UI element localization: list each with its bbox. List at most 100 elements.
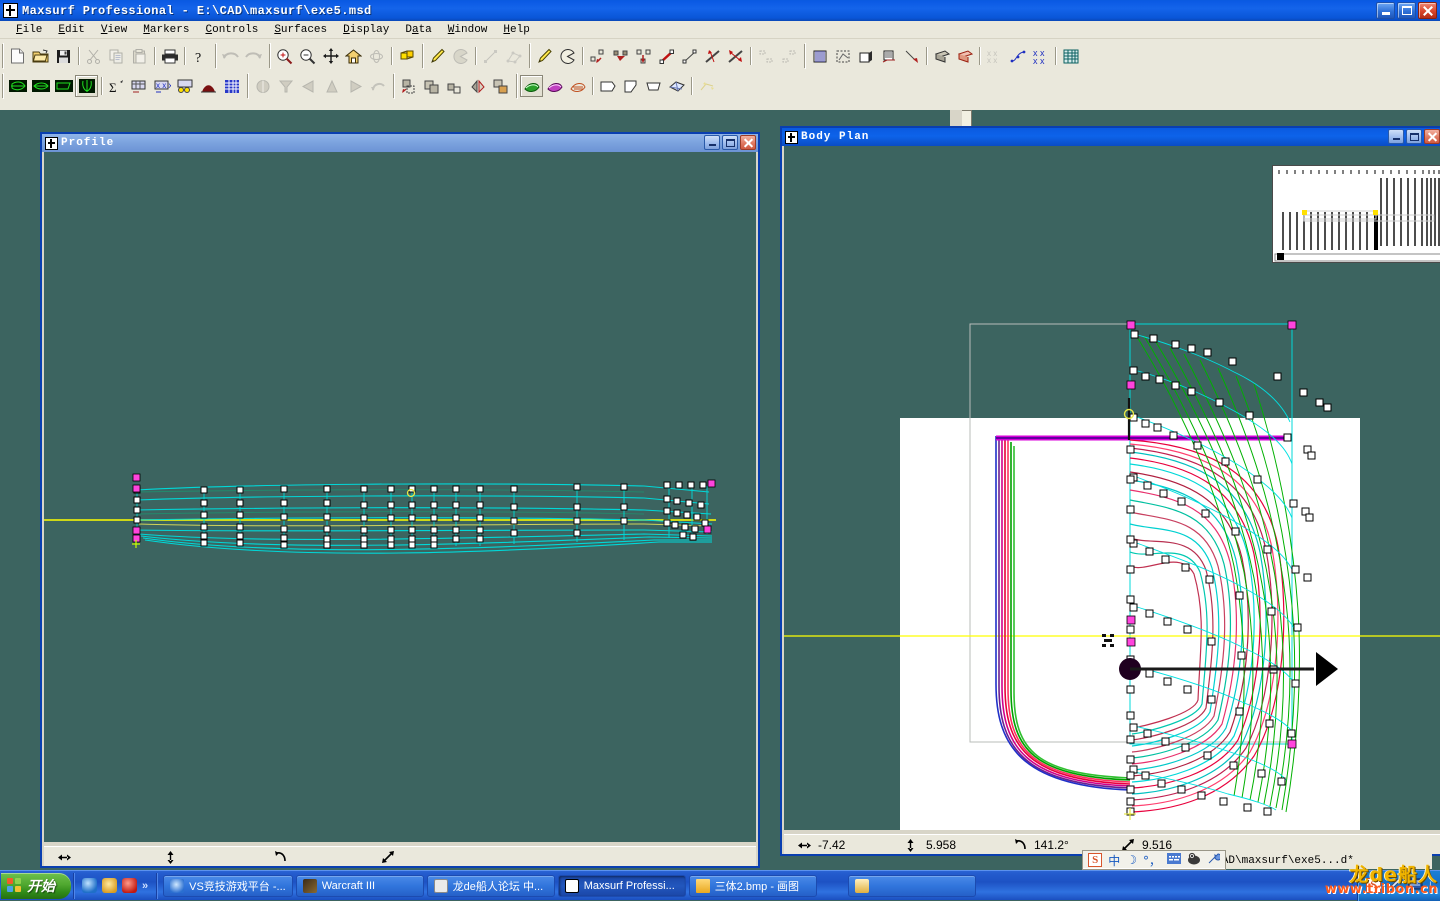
edit-pencil-icon[interactable]	[533, 45, 556, 67]
inset-background-window[interactable]	[1272, 165, 1440, 263]
add-control-row-icon[interactable]	[609, 45, 632, 67]
new-file-icon[interactable]	[6, 45, 29, 67]
surface-shade-icon[interactable]	[808, 45, 831, 67]
profile-close-button[interactable]	[740, 135, 756, 150]
surface-arrow-icon[interactable]	[900, 45, 923, 67]
restore-button[interactable]	[1397, 2, 1416, 19]
flag-panel-icon[interactable]	[619, 75, 642, 97]
zoom-in-icon[interactable]	[273, 45, 296, 67]
taskbar-item-my-documents[interactable]: 三体2.bmp - 画图	[688, 874, 817, 897]
render-perspective-icon[interactable]	[395, 45, 418, 67]
rotate-3d-icon[interactable]	[365, 45, 388, 67]
profile-minimize-button[interactable]	[704, 135, 720, 150]
menu-view[interactable]: View	[93, 23, 135, 36]
split-edge-icon[interactable]	[701, 45, 724, 67]
curve-fit-icon[interactable]	[1006, 45, 1029, 67]
cone-icon[interactable]	[320, 75, 343, 97]
taskbar-item-vs-platform[interactable]: VS竞技游戏平台 -...	[163, 874, 293, 897]
duplicate-icon[interactable]	[420, 75, 443, 97]
pen-icon[interactable]	[1387, 878, 1402, 893]
surface-solid-icon[interactable]	[854, 45, 877, 67]
menu-markers[interactable]: Markers	[135, 23, 197, 36]
grid-table-icon[interactable]	[1059, 45, 1082, 67]
recalc-icon[interactable]	[366, 75, 389, 97]
developed-panel-icon[interactable]	[665, 75, 688, 97]
spreadsheet-icon[interactable]	[220, 75, 243, 97]
menu-edit[interactable]: Edit	[50, 23, 92, 36]
grid-colors-icon[interactable]	[174, 75, 197, 97]
plan-view-icon[interactable]	[29, 75, 52, 97]
sogou-s-icon[interactable]: S	[1088, 853, 1103, 867]
points-cross-icon[interactable]: x xx x	[1029, 45, 1052, 67]
menu-window[interactable]: Window	[440, 23, 496, 36]
surface-stack-icon[interactable]	[877, 45, 900, 67]
sogou-logo-icon[interactable]	[1187, 852, 1201, 868]
group-shapes-icon[interactable]	[443, 75, 466, 97]
main-title-bar[interactable]: Maxsurf Professional - E:\CAD\maxsurf\ex…	[0, 0, 1440, 21]
close-button[interactable]	[1418, 2, 1437, 19]
trim-pac-icon[interactable]	[556, 45, 579, 67]
body-plan-title-bar[interactable]: Body Plan	[782, 128, 1440, 146]
minimize-button[interactable]	[1376, 2, 1395, 19]
undo-arrow-icon[interactable]	[219, 45, 242, 67]
quad-panel-icon[interactable]	[642, 75, 665, 97]
shade-purple-icon[interactable]	[543, 75, 566, 97]
point-net-icon[interactable]	[502, 45, 525, 67]
menu-file[interactable]: FFileile	[8, 23, 50, 36]
bind-edges-icon[interactable]	[754, 45, 777, 67]
align-corner-icon[interactable]	[397, 75, 420, 97]
profile-canvas[interactable]	[44, 152, 756, 842]
start-button[interactable]: 开始	[1, 872, 71, 899]
delete-control-point-icon[interactable]	[655, 45, 678, 67]
body-plan-close-button[interactable]	[1424, 129, 1440, 144]
cut-scissors-icon[interactable]	[82, 45, 105, 67]
input-mode-chinese[interactable]: 中	[1108, 852, 1120, 869]
ie-browser-icon[interactable]	[82, 878, 97, 893]
perspective-view-icon[interactable]	[6, 75, 29, 97]
moon-icon[interactable]: ☽	[1126, 853, 1137, 867]
monitor-icon[interactable]	[1407, 878, 1423, 893]
paste-clipboard-icon[interactable]	[128, 45, 151, 67]
taskbar-item-warcraft[interactable]: Warcraft III	[295, 874, 424, 897]
hydrostatics-icon[interactable]	[251, 75, 274, 97]
points-xx-icon[interactable]: x xx x	[983, 45, 1006, 67]
sogou-s-icon[interactable]: S	[1365, 878, 1381, 893]
unbind-edges-icon[interactable]	[777, 45, 800, 67]
untrim-surface-icon[interactable]	[953, 45, 976, 67]
mirror-icon[interactable]	[466, 75, 489, 97]
menu-controls[interactable]: Controls	[197, 23, 266, 36]
add-control-column-icon[interactable]	[632, 45, 655, 67]
add-control-point-icon[interactable]	[586, 45, 609, 67]
taskbar-item-maxsurf[interactable]: Maxsurf Professi...	[557, 874, 686, 897]
profile-view-icon[interactable]	[52, 75, 75, 97]
surface-wireframe-icon[interactable]	[831, 45, 854, 67]
home-zoom-extents-icon[interactable]	[342, 45, 365, 67]
stack-layers-icon[interactable]	[489, 75, 512, 97]
menu-help[interactable]: Help	[495, 23, 537, 36]
save-disk-icon[interactable]	[52, 45, 75, 67]
wrench-settings-icon[interactable]	[1207, 852, 1222, 868]
profile-restore-button[interactable]	[722, 135, 738, 150]
profile-drawing[interactable]	[44, 152, 756, 842]
flow-left-icon[interactable]	[297, 75, 320, 97]
punctuation-icon[interactable]: °，	[1143, 852, 1161, 869]
point-pick-icon[interactable]	[479, 45, 502, 67]
grid-points-icon[interactable]: x x x	[151, 75, 174, 97]
taskbar-item-forum[interactable]: 龙de船人论坛 中...	[426, 874, 555, 897]
filter-funnel-icon[interactable]	[274, 75, 297, 97]
soft-keyboard-icon[interactable]	[1167, 853, 1181, 867]
body-plan-restore-button[interactable]	[1406, 129, 1422, 144]
flow-right-icon[interactable]	[343, 75, 366, 97]
open-folder-icon[interactable]	[29, 45, 52, 67]
copy-icon[interactable]	[105, 45, 128, 67]
menu-surfaces[interactable]: Surfaces	[266, 23, 335, 36]
pan-move-icon[interactable]	[319, 45, 342, 67]
taskbar-item-paint[interactable]	[847, 874, 976, 897]
grid-stations-icon[interactable]	[128, 75, 151, 97]
child-window-body-plan[interactable]: Body Plan -7.42 5.958 141.2° 9.516	[780, 126, 1440, 856]
star-markers-icon[interactable]	[695, 75, 718, 97]
trim-surface-icon[interactable]	[930, 45, 953, 67]
redo-arrow-icon[interactable]	[242, 45, 265, 67]
curve-area-icon[interactable]	[197, 75, 220, 97]
body-plan-view-icon[interactable]	[75, 75, 98, 97]
